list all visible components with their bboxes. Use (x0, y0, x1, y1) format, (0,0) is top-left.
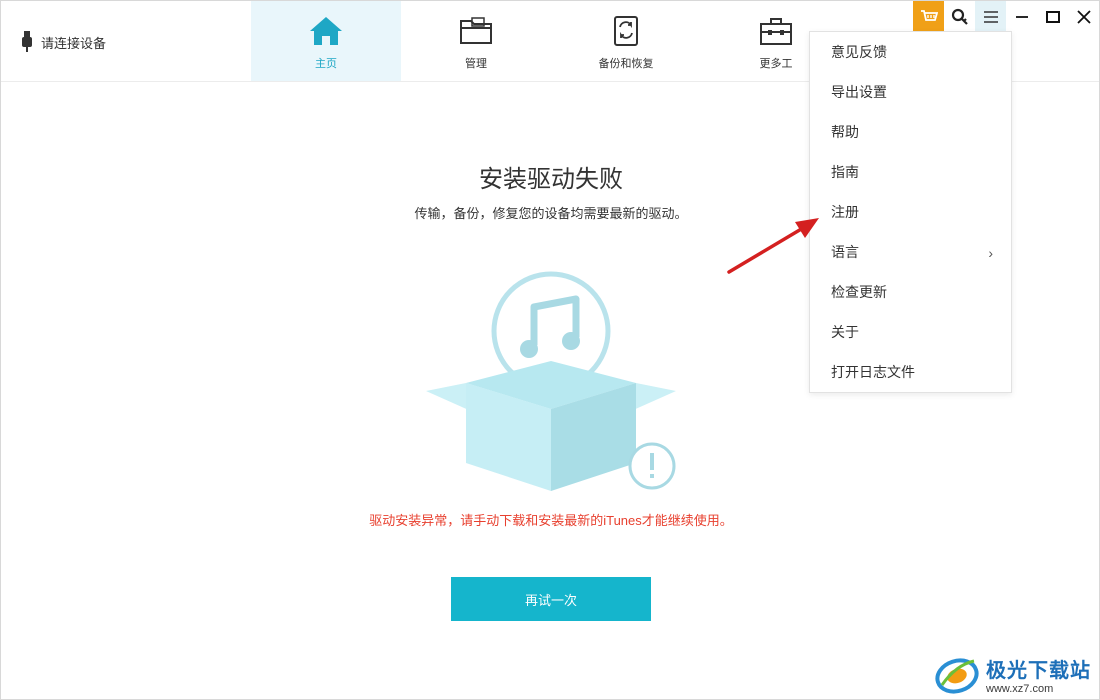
home-icon (310, 17, 342, 45)
menu-item-register[interactable]: 注册 (810, 192, 1011, 232)
maximize-button[interactable] (1037, 1, 1068, 33)
cart-icon (920, 10, 938, 21)
menu-button[interactable] (975, 1, 1006, 33)
watermark-url: www.xz7.com (986, 683, 1054, 695)
driver-box-illustration (426, 271, 676, 491)
menu-icon (983, 11, 998, 23)
tab-manage[interactable]: 管理 (401, 1, 551, 81)
menu-item-language[interactable]: 语言 › (810, 232, 1011, 272)
menu-item-export-settings[interactable]: 导出设置 (810, 72, 1011, 112)
nav-tabs: 主页 管理 备份和恢复 更多工 (251, 1, 851, 81)
folder-icon (460, 17, 492, 44)
error-message: 驱动安装异常，请手动下载和安装最新的iTunes才能继续使用。 (369, 513, 733, 528)
tab-home-label: 主页 (315, 58, 337, 70)
tab-manage-label: 管理 (465, 58, 487, 70)
close-button[interactable] (1068, 1, 1099, 33)
chevron-right-icon: › (988, 245, 993, 261)
register-key-button[interactable] (944, 1, 975, 33)
device-status: 请连接设备 (21, 31, 106, 53)
watermark-title: 极光下载站 (986, 660, 1091, 682)
usb-icon (22, 31, 32, 52)
cart-button[interactable] (913, 1, 944, 33)
warning-icon (628, 442, 676, 490)
window-controls (913, 1, 1099, 33)
device-status-label: 请连接设备 (41, 35, 107, 51)
close-icon (1076, 10, 1091, 24)
maximize-icon (1045, 11, 1060, 23)
tab-home[interactable]: 主页 (251, 1, 401, 81)
minimize-icon (1015, 16, 1028, 18)
minimize-button[interactable] (1006, 1, 1037, 33)
menu-item-check-update[interactable]: 检查更新 (810, 272, 1011, 312)
backup-restore-icon (614, 16, 638, 46)
retry-button[interactable]: 再试一次 (451, 577, 651, 621)
tab-backup-restore-label: 备份和恢复 (598, 58, 654, 70)
tab-backup-restore[interactable]: 备份和恢复 (551, 1, 701, 81)
annotation-arrow (727, 218, 819, 274)
menu-item-open-log[interactable]: 打开日志文件 (810, 352, 1011, 392)
watermark: 极光下载站 www.xz7.com (934, 654, 1091, 695)
key-icon (951, 8, 968, 25)
app-window: 请连接设备 主页 管理 备份和恢复 更多工 安装驱动失败 传输，备份，修复您的设… (0, 0, 1100, 700)
settings-menu: 意见反馈 导出设置 帮助 指南 注册 语言 › 检查更新 关于 打开日志文件 (809, 31, 1012, 393)
menu-item-help[interactable]: 帮助 (810, 112, 1011, 152)
menu-item-about[interactable]: 关于 (810, 312, 1011, 352)
menu-item-guide[interactable]: 指南 (810, 152, 1011, 192)
site-logo-icon (935, 657, 979, 694)
tab-more-tools-label: 更多工 (759, 58, 793, 70)
menu-item-feedback[interactable]: 意见反馈 (810, 32, 1011, 72)
watermark-text: 极光下载站 www.xz7.com (986, 654, 1091, 695)
toolbox-icon (760, 18, 792, 45)
